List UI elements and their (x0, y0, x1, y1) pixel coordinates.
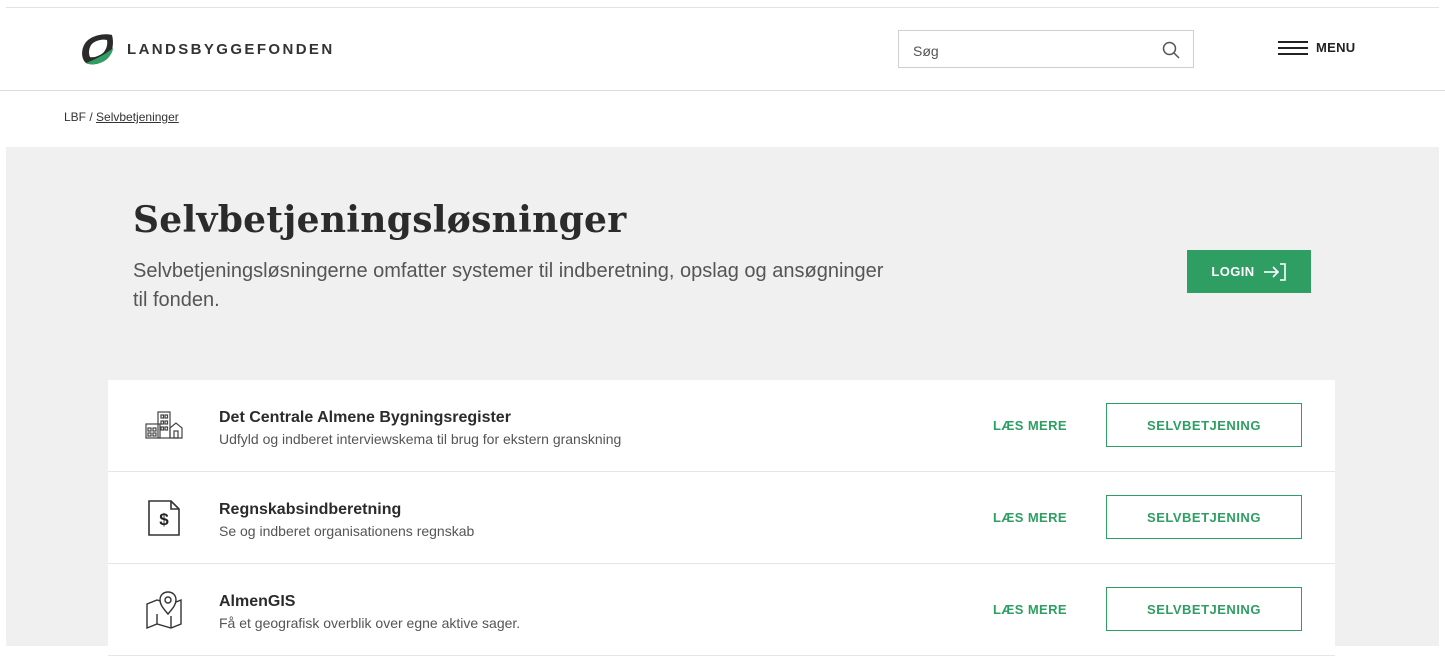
login-label: LOGIN (1211, 264, 1255, 279)
page-title: Selvbetjeningsløsninger (133, 199, 627, 241)
selvbetjening-button[interactable]: SELVBETJENING (1106, 495, 1302, 539)
service-card: Det Centrale Almene Bygningsregister Udf… (108, 380, 1335, 472)
page-subtitle: Selvbetjeningsløsningerne omfatter syste… (133, 260, 884, 311)
map-pin-icon (146, 591, 182, 630)
site-header: LANDSBYGGEFONDEN MENU (0, 8, 1445, 91)
search-icon[interactable] (1161, 40, 1181, 60)
breadcrumb-separator: / (86, 110, 97, 124)
logo-text: LANDSBYGGEFONDEN (127, 40, 335, 58)
selvbetjening-button[interactable]: SELVBETJENING (1106, 587, 1302, 631)
service-description: Udfyld og indberet interviewskema til br… (219, 431, 622, 447)
service-card: $ Regnskabsindberetning Se og indberet o… (108, 472, 1335, 564)
svg-text:$: $ (159, 510, 169, 529)
hamburger-icon (1278, 40, 1308, 55)
logo-icon (82, 34, 113, 65)
login-button[interactable]: LOGIN (1187, 250, 1311, 293)
search-input[interactable] (911, 40, 1145, 62)
menu-label: MENU (1316, 40, 1356, 55)
logo[interactable]: LANDSBYGGEFONDEN (78, 32, 335, 66)
read-more-link[interactable]: LÆS MERE (993, 418, 1067, 433)
search-box (898, 30, 1194, 68)
service-title: AlmenGIS (219, 593, 296, 610)
read-more-link[interactable]: LÆS MERE (993, 602, 1067, 617)
service-title: Det Centrale Almene Bygningsregister (219, 409, 511, 426)
breadcrumb: LBF / Selvbetjeninger (64, 110, 179, 124)
dollar-document-icon: $ (148, 500, 180, 536)
login-arrow-icon (1263, 262, 1286, 281)
buildings-icon (145, 411, 183, 439)
breadcrumb-root[interactable]: LBF (64, 110, 86, 124)
read-more-link[interactable]: LÆS MERE (993, 510, 1067, 525)
menu-button[interactable]: MENU (1278, 40, 1355, 55)
service-card: AlmenGIS Få et geografisk overblik over … (108, 564, 1335, 656)
breadcrumb-current[interactable]: Selvbetjeninger (96, 110, 179, 124)
service-list: Det Centrale Almene Bygningsregister Udf… (108, 380, 1335, 656)
selvbetjening-button[interactable]: SELVBETJENING (1106, 403, 1302, 447)
service-description: Se og indberet organisationens regnskab (219, 523, 475, 539)
service-description: Få et geografisk overblik over egne akti… (219, 615, 521, 631)
hero-section: Selvbetjeningsløsninger Selvbetjeningslø… (6, 147, 1439, 656)
service-title: Regnskabsindberetning (219, 501, 402, 518)
